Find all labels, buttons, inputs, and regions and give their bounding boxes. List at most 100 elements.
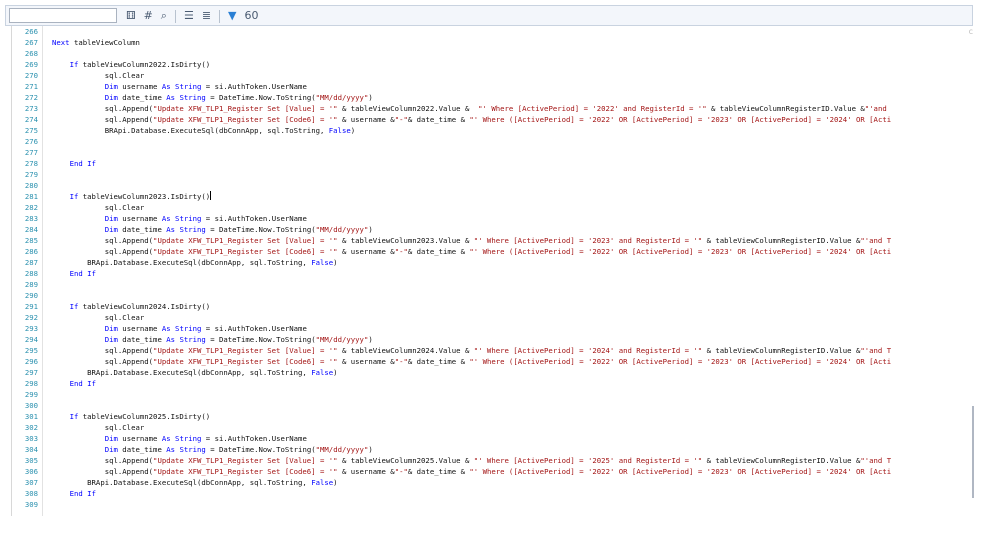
comment-icon[interactable]: ☰ <box>184 7 194 25</box>
code-text: Dim date_time As String = DateTime.Now.T… <box>104 225 373 234</box>
code-line[interactable]: 305 sql.Append("Update XFW_TLP1_Register… <box>12 455 974 466</box>
code-line[interactable]: 287 BRApi.Database.ExecuteSql(dbConnApp,… <box>12 257 974 268</box>
code-text: sql.Append("Update XFW_TLP1_Register Set… <box>52 346 892 355</box>
code-line[interactable]: 284 Dim date_time As String = DateTime.N… <box>12 224 974 235</box>
line-number: 287 <box>24 258 38 267</box>
code-line[interactable]: 286 sql.Append("Update XFW_TLP1_Register… <box>12 246 974 257</box>
code-line[interactable]: 299 <box>12 389 974 400</box>
code-line[interactable]: 288 End If <box>12 268 974 279</box>
search-input[interactable] <box>9 8 117 23</box>
filter-icon[interactable]: ▼ <box>228 7 236 25</box>
code-line[interactable]: 279 <box>12 169 974 180</box>
code-line[interactable]: 280 <box>12 180 974 191</box>
code-text: sql.Append("Update XFW_TLP1_Register Set… <box>52 456 892 465</box>
code-line[interactable]: 295 sql.Append("Update XFW_TLP1_Register… <box>12 345 974 356</box>
code-line[interactable]: 269 If tableViewColumn2022.IsDirty() <box>12 59 974 70</box>
line-number: 279 <box>24 170 38 179</box>
code-line[interactable]: 278 End If <box>12 158 974 169</box>
line-number: 288 <box>24 269 38 278</box>
code-line[interactable]: 281 If tableViewColumn2023.IsDirty() <box>12 191 974 202</box>
format-icon[interactable]: ⚅ <box>126 7 136 25</box>
code-line[interactable]: 309 <box>12 499 974 510</box>
find-replace-icon[interactable]: ⌕ <box>161 7 167 25</box>
line-number: 277 <box>24 148 38 157</box>
code-line[interactable]: 292 sql.Clear <box>12 312 974 323</box>
code-text: sql.Append("Update XFW_TLP1_Register Set… <box>52 247 892 256</box>
code-line[interactable]: 277 <box>12 147 974 158</box>
code-text: sql.Append("Update XFW_TLP1_Register Set… <box>52 467 892 476</box>
code-text: If tableViewColumn2023.IsDirty() <box>69 191 212 201</box>
code-text: Dim date_time As String = DateTime.Now.T… <box>104 445 373 454</box>
text-caret <box>210 191 212 200</box>
code-line[interactable]: 301 If tableViewColumn2025.IsDirty() <box>12 411 974 422</box>
line-number: 307 <box>24 478 38 487</box>
code-line[interactable]: 282 sql.Clear <box>12 202 974 213</box>
code-line[interactable]: 267 Next tableViewColumn <box>12 37 974 48</box>
code-line[interactable]: 306 sql.Append("Update XFW_TLP1_Register… <box>12 466 974 477</box>
code-line[interactable]: 268 <box>12 48 974 59</box>
code-line[interactable]: 293 Dim username As String = si.AuthToke… <box>12 323 974 334</box>
line-number: 269 <box>24 60 38 69</box>
line-number: 275 <box>24 126 38 135</box>
code-text: sql.Clear <box>52 71 145 80</box>
code-line[interactable]: 291 If tableViewColumn2024.IsDirty() <box>12 301 974 312</box>
line-number: 306 <box>24 467 38 476</box>
line-number: 305 <box>24 456 38 465</box>
code-text: Next tableViewColumn <box>52 38 140 47</box>
code-line[interactable]: 289 <box>12 279 974 290</box>
line-number: 274 <box>24 115 38 124</box>
hash-icon[interactable]: # <box>144 7 153 25</box>
code-text: BRApi.Database.ExecuteSql(dbConnApp, sql… <box>52 478 338 487</box>
line-number: 308 <box>24 489 38 498</box>
line-number: 278 <box>24 159 38 168</box>
line-number: 299 <box>24 390 38 399</box>
line-number: 272 <box>24 93 38 102</box>
code-line[interactable]: 266 <box>12 26 974 37</box>
line-number: 268 <box>24 49 38 58</box>
line-number: 309 <box>24 500 38 509</box>
line-number: 300 <box>24 401 38 410</box>
code-line[interactable]: 275 BRApi.Database.ExecuteSql(dbConnApp,… <box>12 125 974 136</box>
editor-toolbar: ⚅ # ⌕ ☰ ≣ ▼ 60 <box>5 5 973 26</box>
toolbar-separator <box>219 9 221 23</box>
code-text: Dim username As String = si.AuthToken.Us… <box>104 324 307 333</box>
code-line[interactable]: 302 sql.Clear <box>12 422 974 433</box>
code-text: Dim username As String = si.AuthToken.Us… <box>104 214 307 223</box>
line-number: 285 <box>24 236 38 245</box>
code-line[interactable]: 270 sql.Clear <box>12 70 974 81</box>
code-line[interactable]: 297 BRApi.Database.ExecuteSql(dbConnApp,… <box>12 367 974 378</box>
code-text: End If <box>69 379 96 388</box>
code-line[interactable]: 290 <box>12 290 974 301</box>
code-line[interactable]: 300 <box>12 400 974 411</box>
line-number: 284 <box>24 225 38 234</box>
code-line[interactable]: 308 End If <box>12 488 974 499</box>
code-line[interactable]: 276 <box>12 136 974 147</box>
code-line[interactable]: 304 Dim date_time As String = DateTime.N… <box>12 444 974 455</box>
line-number: 286 <box>24 247 38 256</box>
line-number: 295 <box>24 346 38 355</box>
code-editor[interactable]: 266 267 Next tableViewColumn 268 269 If tabl… <box>11 26 974 516</box>
line-number: 266 <box>24 27 38 36</box>
uncomment-icon[interactable]: ≣ <box>202 7 211 25</box>
code-line[interactable]: 303 Dim username As String = si.AuthToke… <box>12 433 974 444</box>
code-line[interactable]: 283 Dim username As String = si.AuthToke… <box>12 213 974 224</box>
code-line[interactable]: 273 sql.Append("Update XFW_TLP1_Register… <box>12 103 974 114</box>
code-text: sql.Append("Update XFW_TLP1_Register Set… <box>52 104 887 113</box>
code-line[interactable]: 296 sql.Append("Update XFW_TLP1_Register… <box>12 356 974 367</box>
line-number: 290 <box>24 291 38 300</box>
line-number: 282 <box>24 203 38 212</box>
code-line[interactable]: 307 BRApi.Database.ExecuteSql(dbConnApp,… <box>12 477 974 488</box>
line-number: 292 <box>24 313 38 322</box>
goto-icon[interactable]: 60 <box>245 7 259 25</box>
code-line[interactable]: 274 sql.Append("Update XFW_TLP1_Register… <box>12 114 974 125</box>
code-text: If tableViewColumn2022.IsDirty() <box>69 60 211 69</box>
code-line[interactable]: 294 Dim date_time As String = DateTime.N… <box>12 334 974 345</box>
code-line[interactable]: 285 sql.Append("Update XFW_TLP1_Register… <box>12 235 974 246</box>
line-number: 273 <box>24 104 38 113</box>
code-text: sql.Append("Update XFW_TLP1_Register Set… <box>52 236 892 245</box>
code-text: BRApi.Database.ExecuteSql(dbConnApp, sql… <box>52 126 356 135</box>
code-line[interactable]: 298 End If <box>12 378 974 389</box>
code-line[interactable]: 271 Dim username As String = si.AuthToke… <box>12 81 974 92</box>
code-line[interactable]: 272 Dim date_time As String = DateTime.N… <box>12 92 974 103</box>
line-number: 276 <box>24 137 38 146</box>
